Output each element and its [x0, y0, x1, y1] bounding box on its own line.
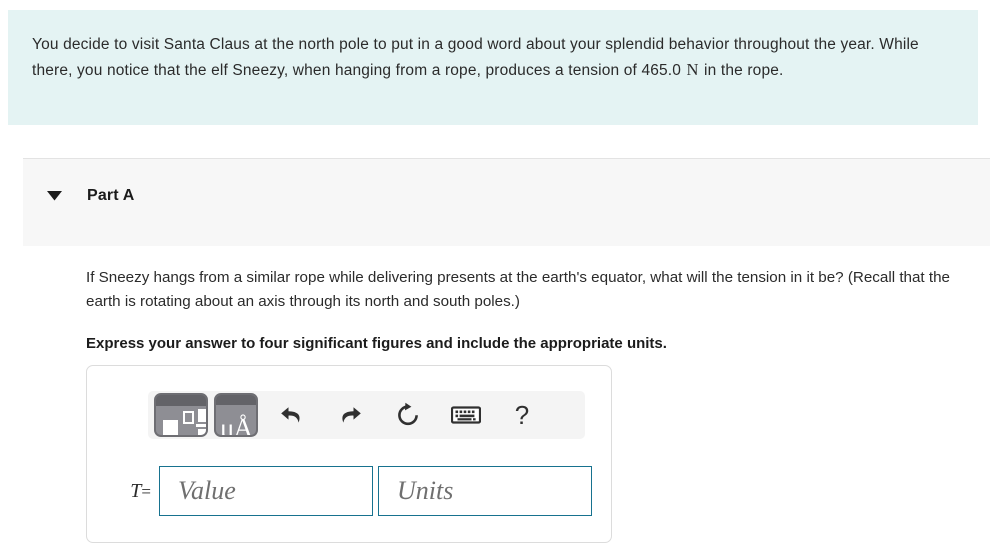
- math-template-palette-button[interactable]: [154, 393, 208, 437]
- problem-statement-text: You decide to visit Santa Claus at the n…: [32, 32, 954, 83]
- answer-toolbar: μÅ ?: [148, 391, 585, 439]
- help-icon[interactable]: ?: [500, 393, 544, 437]
- units-palette-button[interactable]: μÅ: [214, 393, 258, 437]
- tension-unit-newton: N: [686, 60, 699, 79]
- variable-label: T=: [103, 480, 159, 503]
- palette-icon-body: [156, 406, 206, 435]
- equals-sign: =: [141, 481, 151, 501]
- keyboard-icon[interactable]: [444, 393, 488, 437]
- undo-icon[interactable]: [270, 393, 314, 437]
- units-icon-label: μÅ: [220, 413, 253, 437]
- reset-icon[interactable]: [386, 393, 430, 437]
- part-a-header: Part A: [23, 158, 990, 246]
- variable-symbol: T: [130, 479, 142, 502]
- palette-icon-block-2: [183, 411, 194, 424]
- palette-icon-block-4: [198, 429, 206, 435]
- palette-icon-block-3: [198, 409, 206, 422]
- units-placeholder: Units: [397, 476, 454, 505]
- part-a-toggle-row[interactable]: Part A: [23, 187, 135, 205]
- palette-icon-rule: [196, 424, 206, 427]
- part-a-title: Part A: [87, 187, 135, 204]
- palette-icon-titlebar: [156, 395, 206, 406]
- answer-input-row: T= Value Units: [103, 466, 592, 516]
- part-a-body: If Sneezy hangs from a similar rope whil…: [86, 266, 986, 355]
- problem-statement-banner: You decide to visit Santa Claus at the n…: [8, 10, 978, 125]
- units-input[interactable]: Units: [378, 466, 592, 516]
- question-text: If Sneezy hangs from a similar rope whil…: [86, 269, 950, 310]
- units-icon-titlebar: [216, 395, 256, 405]
- caret-down-icon[interactable]: [41, 191, 67, 201]
- value-input[interactable]: Value: [159, 466, 373, 516]
- problem-text-part-2: in the rope.: [699, 62, 784, 79]
- redo-icon[interactable]: [328, 393, 372, 437]
- instruction-text: Express your answer to four significant …: [86, 335, 667, 352]
- answer-entry-box: μÅ ? T= Value Units: [86, 365, 612, 543]
- problem-text-part-1: You decide to visit Santa Claus at the n…: [32, 36, 919, 79]
- palette-icon-block-1: [163, 420, 178, 435]
- value-placeholder: Value: [178, 476, 236, 505]
